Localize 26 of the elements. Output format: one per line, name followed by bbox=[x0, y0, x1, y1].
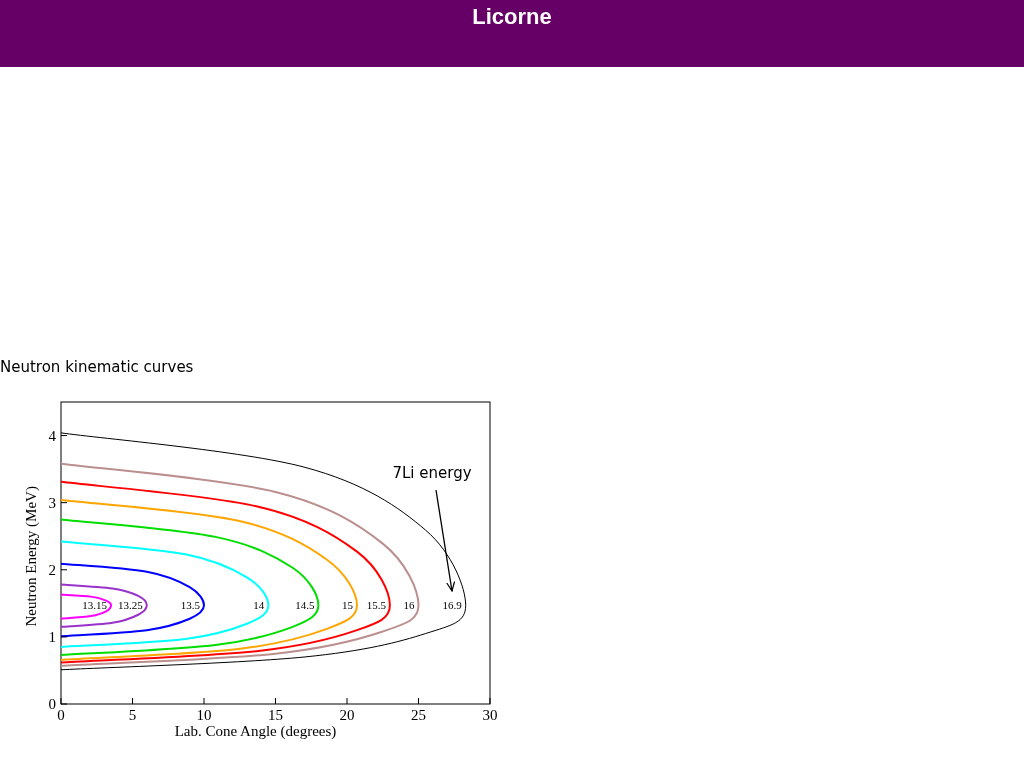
annotation-text: 7Li energy bbox=[392, 464, 472, 482]
curve-label: 15.5 bbox=[366, 599, 386, 612]
x-tick-label: 25 bbox=[411, 707, 426, 723]
curve-label: 16.9 bbox=[442, 599, 462, 612]
curve-label: 13.25 bbox=[118, 599, 143, 612]
y-axis-label: Neutron Energy (MeV) bbox=[23, 486, 39, 627]
x-tick-label: 0 bbox=[57, 707, 65, 723]
slide-title: Licorne bbox=[472, 4, 552, 30]
x-tick-label: 30 bbox=[482, 707, 498, 723]
curve-label: 14.5 bbox=[295, 599, 315, 612]
x-tick-label: 10 bbox=[196, 707, 212, 723]
curve-label: 13.5 bbox=[180, 599, 200, 612]
caption: Neutron kinematic curves bbox=[0, 358, 194, 376]
y-tick-label: 3 bbox=[48, 494, 56, 511]
y-tick-label: 4 bbox=[48, 427, 56, 444]
y-tick-label: 1 bbox=[48, 628, 56, 645]
curve-label: 15 bbox=[342, 599, 353, 612]
curve-label: 16 bbox=[403, 599, 415, 612]
x-tick-label: 5 bbox=[128, 707, 137, 723]
curve-label: 14 bbox=[253, 599, 265, 612]
y-tick-label: 2 bbox=[48, 561, 56, 578]
x-tick-label: 15 bbox=[268, 707, 283, 723]
x-tick-label: 20 bbox=[339, 707, 355, 723]
x-axis-label: Lab. Cone Angle (degrees) bbox=[174, 723, 337, 739]
y-tick-label: 0 bbox=[48, 696, 56, 712]
curve-label: 13.15 bbox=[82, 599, 108, 612]
